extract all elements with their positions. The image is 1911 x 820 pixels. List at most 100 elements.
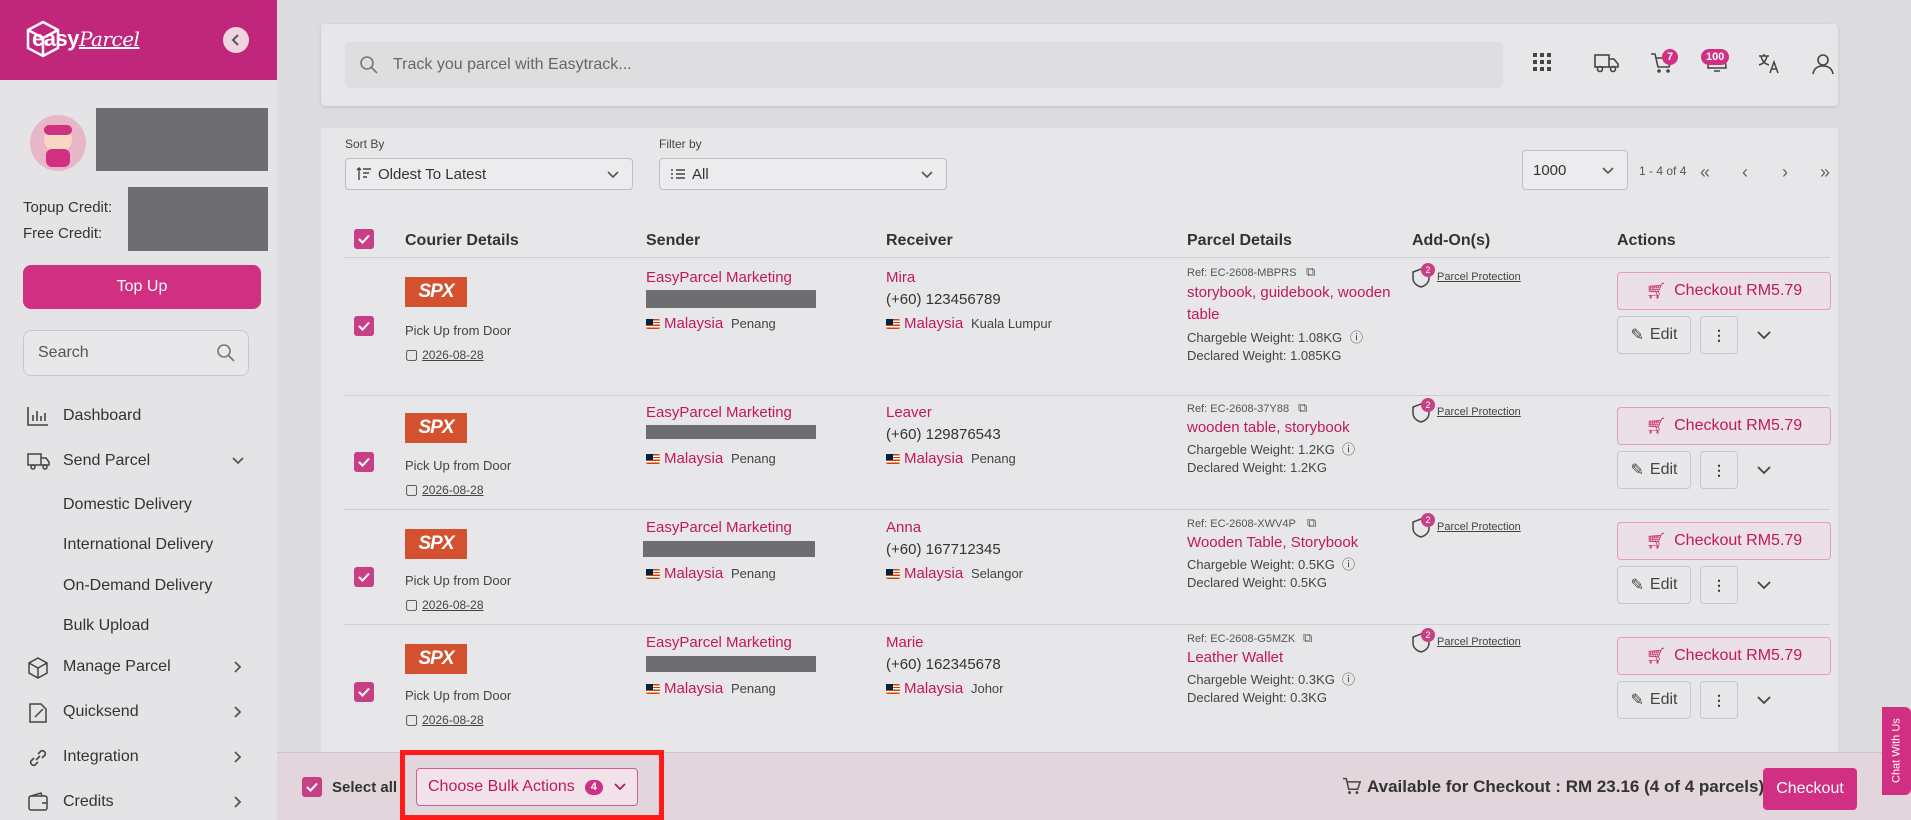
track-parcel-input[interactable]: Track you parcel with Easytrack... [345,42,1503,88]
check-icon [358,234,370,244]
addon-parcel-protection[interactable]: Parcel Protection [1437,636,1521,648]
spx-courier-logo: SPX [405,277,467,307]
sender-name[interactable]: EasyParcel Marketing [646,269,792,286]
more-options-button[interactable]: ⋮ [1700,566,1738,604]
sidebar-item-manage-parcel[interactable]: Manage Parcel [0,649,277,685]
receiver-name[interactable]: Anna [886,519,921,536]
truck-icon [27,453,50,470]
receiver-location: Malaysia Selangor [886,565,1023,582]
info-icon[interactable]: ⓘ [1350,327,1363,346]
chevron-down-icon [1602,167,1614,175]
collapse-sidebar-button[interactable] [223,27,249,53]
copy-icon[interactable]: ⧉ [1306,264,1315,280]
chevron-down-icon [607,171,619,179]
more-options-button[interactable]: ⋮ [1700,681,1738,719]
search-icon [360,56,378,74]
top-up-button[interactable]: Top Up [23,265,261,309]
cart-icon: 🛒︎ [1645,533,1667,550]
pickup-date[interactable]: ▢ 2026-08-28 [405,596,484,613]
chat-with-us-tab[interactable]: Chat With Us [1882,707,1911,795]
sidebar-search-input[interactable]: Search [23,330,249,376]
receiver-location: Malaysia Johor [886,680,1004,697]
addon-parcel-protection[interactable]: Parcel Protection [1437,521,1521,533]
edit-button[interactable]: ✎ Edit [1617,316,1691,354]
translate-icon[interactable] [1757,52,1781,74]
easyparcel-logo[interactable]: easyParcel [26,20,140,58]
pickup-date[interactable]: ▢ 2026-08-28 [405,711,484,728]
header-select-checkbox[interactable] [354,229,374,249]
wallet-icon [28,792,48,811]
copy-icon[interactable]: ⧉ [1303,630,1312,646]
quicksend-icon [29,703,47,723]
expand-row-chevron-icon[interactable] [1756,578,1772,592]
more-options-button[interactable]: ⋮ [1700,316,1738,354]
row-divider [343,509,1830,510]
sidebar-item-quicksend[interactable]: Quicksend [0,694,277,730]
filter-by-select[interactable]: All [659,158,947,190]
sidebar: easyParcel Topup Credit: Free Credit: To… [0,0,277,820]
info-icon[interactable]: ⓘ [1342,669,1355,688]
sidebar-item-credits[interactable]: Credits [0,784,277,820]
row-checkbox[interactable] [354,567,374,587]
redacted-sender-detail [646,656,816,672]
redacted-sender-detail [646,425,816,439]
checkout-button[interactable]: 🛒︎ Checkout RM5.79 [1617,637,1831,675]
sidebar-sub-domestic[interactable]: Domestic Delivery [63,496,192,514]
select-all-checkbox[interactable] [302,777,322,797]
expand-row-chevron-icon[interactable] [1756,463,1772,477]
select-all-label[interactable]: Select all [332,779,397,796]
receiver-phone: (+60) 167712345 [886,541,1001,558]
checkout-all-button[interactable]: Checkout [1763,768,1857,810]
parcel-items: Leather Wallet [1187,649,1284,666]
more-vertical-icon: ⋮ [1712,691,1726,708]
sidebar-sub-on-demand[interactable]: On-Demand Delivery [63,577,212,595]
sidebar-sub-bulk-upload[interactable]: Bulk Upload [63,617,149,635]
prev-page-button[interactable]: ‹ [1742,162,1748,183]
expand-row-chevron-icon[interactable] [1756,693,1772,707]
delivery-truck-icon[interactable] [1594,52,1620,74]
sender-name[interactable]: EasyParcel Marketing [646,519,792,536]
edit-button[interactable]: ✎ Edit [1617,681,1691,719]
sender-name[interactable]: EasyParcel Marketing [646,634,792,651]
edit-button[interactable]: ✎ Edit [1617,451,1691,489]
apps-grid-icon[interactable] [1532,52,1552,72]
receiver-name[interactable]: Mira [886,269,915,286]
edit-icon: ✎ [1630,577,1644,594]
addon-count-badge: 2 [1421,513,1435,527]
topup-credit-label: Topup Credit: [23,199,113,216]
last-page-button[interactable]: » [1820,162,1830,183]
checkout-button[interactable]: 🛒︎ Checkout RM5.79 [1617,272,1831,310]
pickup-date[interactable]: ▢ 2026-08-28 [405,481,484,498]
next-page-button[interactable]: › [1782,162,1788,183]
pickup-date[interactable]: ▢ 2026-08-28 [405,346,484,363]
copy-icon[interactable]: ⧉ [1298,400,1307,416]
addon-parcel-protection[interactable]: Parcel Protection [1437,271,1521,283]
row-checkbox[interactable] [354,682,374,702]
row-checkbox[interactable] [354,316,374,336]
more-options-button[interactable]: ⋮ [1700,451,1738,489]
sidebar-item-send-parcel[interactable]: Send Parcel [0,443,277,479]
sidebar-item-dashboard[interactable]: Dashboard [0,398,277,434]
copy-icon[interactable]: ⧉ [1307,515,1316,531]
checkout-button[interactable]: 🛒︎ Checkout RM5.79 [1617,407,1831,445]
user-profile-icon[interactable] [1811,52,1835,76]
first-page-button[interactable]: « [1700,162,1710,183]
sender-name[interactable]: EasyParcel Marketing [646,404,792,421]
per-page-select[interactable]: 1000 [1522,150,1628,190]
receiver-name[interactable]: Marie [886,634,924,651]
edit-button[interactable]: ✎ Edit [1617,566,1691,604]
expand-row-chevron-icon[interactable] [1756,328,1772,342]
logo-text: easyParcel [32,26,140,51]
cart-icon [1343,777,1362,795]
checkout-button[interactable]: 🛒︎ Checkout RM5.79 [1617,522,1831,560]
spx-courier-logo: SPX [405,413,467,443]
sidebar-item-integration[interactable]: Integration [0,739,277,775]
receiver-name[interactable]: Leaver [886,404,932,421]
addon-parcel-protection[interactable]: Parcel Protection [1437,406,1521,418]
info-icon[interactable]: ⓘ [1342,554,1355,573]
avatar[interactable] [30,115,86,171]
sort-by-select[interactable]: Oldest To Latest [345,158,633,190]
info-icon[interactable]: ⓘ [1342,439,1355,458]
sidebar-sub-international[interactable]: International Delivery [63,536,213,554]
row-checkbox[interactable] [354,452,374,472]
